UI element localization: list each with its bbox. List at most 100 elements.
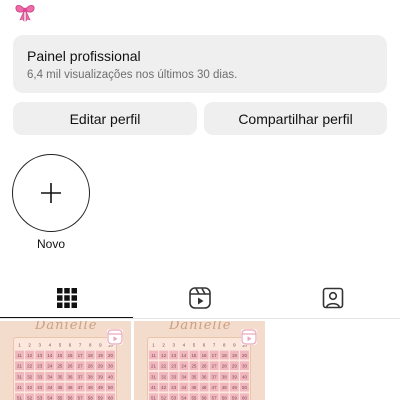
grid-cell-number: 15	[191, 353, 196, 358]
grid-cell-number: 38	[222, 374, 227, 379]
grid-cell-number: 21	[151, 364, 156, 369]
grid-cell-number: 15	[57, 353, 62, 358]
grid-cell-number: 45	[57, 385, 62, 390]
grid-cell-number: 52	[27, 396, 32, 400]
grid-cell-number: 22	[27, 364, 32, 369]
grid-cell-number: 42	[161, 385, 166, 390]
grid-cell-number: 31	[17, 374, 22, 379]
reels-icon	[188, 287, 211, 309]
grid-cell-number: 25	[191, 364, 196, 369]
grid-cell-number: 18	[222, 353, 227, 358]
grid-cell-number: 18	[88, 353, 93, 358]
grid-cell-number: 39	[232, 374, 237, 379]
post-thumbnail[interactable]: Danielle 1234567891011121314151617181920…	[134, 321, 265, 400]
tab-reels[interactable]	[133, 278, 266, 318]
grid-cell-number: 29	[232, 364, 237, 369]
grid-cell-number: 33	[37, 374, 42, 379]
grid-cell-number: 13	[171, 353, 176, 358]
edit-profile-button[interactable]: Editar perfil	[13, 102, 197, 135]
tabs-divider	[0, 318, 400, 319]
grid-cell-number: 35	[191, 374, 196, 379]
grid-cell-number: 23	[37, 364, 42, 369]
grid-cell-number: 34	[47, 374, 52, 379]
grid-cell-number: 39	[98, 374, 103, 379]
grid-cell-number: 42	[27, 385, 32, 390]
professional-dashboard[interactable]: Painel profissional 6,4 mil visualizaçõe…	[13, 35, 387, 93]
grid-cell-number: 29	[98, 364, 103, 369]
grid-cell-number: 53	[171, 396, 176, 400]
number-board-image: 1234567891011121314151617181920212223242…	[13, 337, 117, 400]
grid-cell-number: 36	[68, 374, 73, 379]
grid-cell-number: 11	[17, 353, 22, 358]
grid-cell-number: 12	[27, 353, 32, 358]
grid-cell-number: 26	[68, 364, 73, 369]
grid-cell-number: 55	[191, 396, 196, 400]
grid-cell-number: 24	[181, 364, 186, 369]
grid-cell-number: 51	[17, 396, 22, 400]
grid-cell-number: 49	[98, 385, 103, 390]
grid-cell-number: 40	[108, 374, 113, 379]
grid-cell-number: 52	[161, 396, 166, 400]
grid-cell-number: 17	[212, 353, 217, 358]
grid-cell-number: 44	[47, 385, 52, 390]
new-highlight-circle[interactable]	[12, 154, 90, 232]
grid-cell-number: 44	[181, 385, 186, 390]
grid-cell-number: 30	[108, 364, 113, 369]
grid-cell-number: 37	[78, 374, 83, 379]
post-script-text: Danielle	[35, 321, 98, 333]
grid-cell-number: 38	[88, 374, 93, 379]
grid-cell-number: 16	[202, 353, 207, 358]
grid-cell-number: 50	[242, 385, 247, 390]
new-highlight-label: Novo	[36, 237, 65, 251]
grid-icon	[56, 288, 77, 308]
reels-icon	[107, 329, 123, 345]
grid-cell-number: 43	[171, 385, 176, 390]
grid-cell-number: 19	[232, 353, 237, 358]
new-highlight[interactable]: Novo	[12, 154, 90, 251]
grid-cell-number: 14	[47, 353, 52, 358]
grid-cell-number: 47	[212, 385, 217, 390]
grid-cell-number: 21	[17, 364, 22, 369]
reels-icon	[241, 329, 257, 345]
grid-cell-number: 45	[191, 385, 196, 390]
grid-cell-number: 11	[151, 353, 156, 358]
grid-cell-number: 47	[78, 385, 83, 390]
grid-cell-number: 19	[98, 353, 103, 358]
reel-badge	[241, 329, 257, 345]
grid-cell-number: 59	[98, 396, 103, 400]
grid-cell-number: 49	[232, 385, 237, 390]
grid-cell-number: 60	[242, 396, 247, 400]
grid-cell-number: 58	[88, 396, 93, 400]
post-thumbnail[interactable]: Danielle 1234567891011121314151617181920…	[0, 321, 131, 400]
grid-cell-number: 37	[212, 374, 217, 379]
grid-cell-number: 32	[27, 374, 32, 379]
post-script-text: Danielle	[169, 321, 232, 333]
grid-cell-number: 56	[202, 396, 207, 400]
grid-cell-number: 41	[151, 385, 156, 390]
grid-cell-number: 54	[47, 396, 52, 400]
grid-cell-number: 60	[108, 396, 113, 400]
reel-badge	[107, 329, 123, 345]
grid-cell-number: 25	[57, 364, 62, 369]
professional-dashboard-title: Painel profissional	[27, 48, 141, 64]
grid-cell-number: 46	[202, 385, 207, 390]
grid-cell-number: 27	[212, 364, 217, 369]
grid-cell-number: 36	[202, 374, 207, 379]
grid-cell-number: 14	[181, 353, 186, 358]
grid-cell-number: 20	[108, 353, 113, 358]
tab-posts-grid[interactable]	[0, 278, 133, 318]
tagged-person-icon	[322, 287, 344, 309]
tab-tagged[interactable]	[266, 278, 400, 318]
grid-cell-number: 48	[88, 385, 93, 390]
grid-cell-number: 53	[37, 396, 42, 400]
grid-cell-number: 20	[242, 353, 247, 358]
grid-cell-number: 41	[17, 385, 22, 390]
grid-cell-number: 23	[171, 364, 176, 369]
grid-cell-number: 32	[161, 374, 166, 379]
grid-cell-number: 16	[68, 353, 73, 358]
grid-cell-number: 22	[161, 364, 166, 369]
grid-cell-number: 50	[108, 385, 113, 390]
number-board-image: 1234567891011121314151617181920212223242…	[147, 337, 251, 400]
share-profile-button[interactable]: Compartilhar perfil	[204, 102, 387, 135]
grid-cell-number: 57	[78, 396, 83, 400]
